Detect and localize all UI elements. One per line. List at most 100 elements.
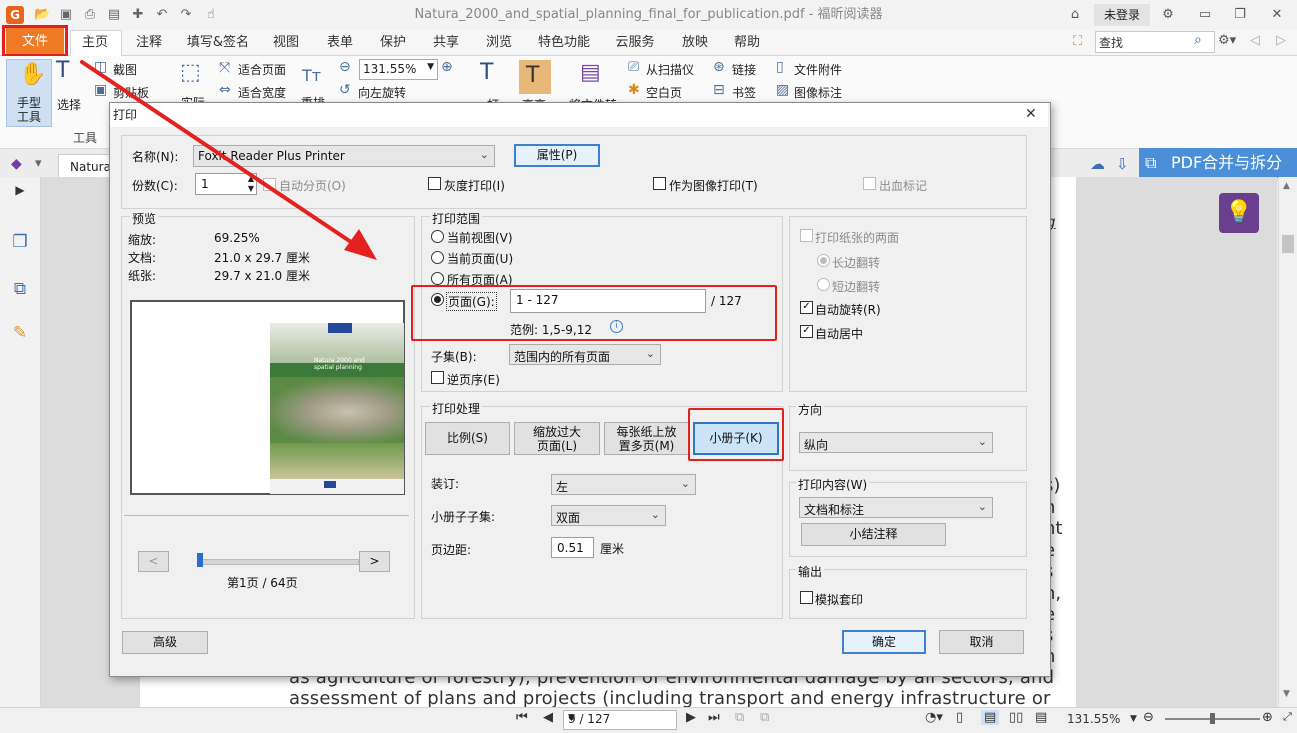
search-prev-icon[interactable]: ◁ (1250, 33, 1260, 48)
preview-next-button[interactable]: > (359, 551, 390, 572)
grayscale-checkbox[interactable] (428, 177, 441, 190)
auto-center-checkbox[interactable]: ✓ (800, 325, 813, 338)
restore-icon[interactable]: ❐ (1230, 5, 1250, 25)
search-next-icon[interactable]: ▷ (1276, 33, 1286, 48)
fit-large-pages-button[interactable]: 缩放过大 页面(L) (514, 422, 600, 455)
booklet-subset-select[interactable]: 双面 ⌄ (551, 505, 666, 526)
highlight-icon-bg[interactable]: T (519, 60, 551, 94)
vertical-scrollbar[interactable]: ▲ ▼ (1278, 177, 1297, 707)
menu-tab-fill-sign[interactable]: 填写&签名 (186, 30, 250, 55)
select-text-icon[interactable]: T (56, 58, 69, 83)
app-start-icon[interactable]: ◆ (11, 156, 22, 172)
scale-button[interactable]: 比例(S) (425, 422, 510, 455)
properties-button[interactable]: 属性(P) (514, 144, 600, 167)
preview-page-slider[interactable] (197, 559, 359, 565)
image-annotation-button[interactable]: 图像标注 (794, 84, 842, 101)
expand-icon[interactable]: ⤢ (1283, 710, 1292, 724)
ok-button[interactable]: 确定 (842, 630, 926, 654)
cloud-icon[interactable]: ☁ (1090, 155, 1105, 173)
from-scanner-button[interactable]: 从扫描仪 (646, 61, 694, 78)
skin-icon[interactable]: ⌂ (1065, 5, 1085, 25)
margin-input[interactable]: 0.51 (551, 537, 594, 558)
facing-pages-icon[interactable]: ▯▯ (1009, 710, 1023, 725)
continuous-facing-icon[interactable]: ▤ (1035, 710, 1047, 725)
spinner-icon[interactable]: ▲ ▼ (248, 174, 254, 194)
next-view-icon[interactable]: ⧉ (760, 710, 769, 725)
zoom-in-icon[interactable]: ⊕ (441, 59, 453, 75)
advanced-button[interactable]: 高级 (122, 631, 208, 654)
menu-tab-share[interactable]: 共享 (428, 30, 464, 55)
tips-lightbulb-button[interactable]: 💡 (1219, 193, 1259, 233)
fit-page-button[interactable]: 适合页面 (238, 61, 286, 78)
long-edge-radio[interactable] (817, 254, 830, 267)
rotate-left-button[interactable]: 向左旋转 (358, 84, 406, 101)
link-button[interactable]: 链接 (732, 61, 756, 78)
blank-page-button[interactable]: 空白页 (646, 84, 682, 101)
menu-tab-browse[interactable]: 浏览 (481, 30, 517, 55)
search-icon[interactable]: ⌕ (1194, 32, 1202, 48)
last-page-icon[interactable]: ⏭ (708, 710, 720, 725)
simulate-overprint-checkbox[interactable] (800, 591, 813, 604)
settings-icon[interactable]: ⚙ (1158, 5, 1178, 25)
dialog-close-icon[interactable]: ✕ (1025, 106, 1037, 122)
scroll-thumb[interactable] (1282, 235, 1294, 253)
binding-select[interactable]: 左 ⌄ (551, 474, 696, 495)
select-tool-label[interactable]: 选择 (57, 96, 81, 113)
orientation-select[interactable]: 纵向 ⌄ (799, 432, 993, 453)
first-page-icon[interactable]: ⏮ (516, 710, 528, 725)
menu-tab-comment[interactable]: 注释 (131, 30, 167, 55)
copies-input[interactable]: 1 ▲ ▼ (195, 173, 257, 195)
menu-tab-help[interactable]: 帮助 (729, 30, 765, 55)
fit-width-button[interactable]: 适合宽度 (238, 84, 286, 101)
single-page-icon[interactable]: ▯ (956, 710, 963, 725)
auto-rotate-checkbox[interactable]: ✓ (800, 301, 813, 314)
menu-tab-slideshow[interactable]: 放映 (677, 30, 713, 55)
print-content-select[interactable]: 文档和标注 ⌄ (799, 497, 993, 518)
view-mode-icon[interactable]: ◔▾ (925, 710, 943, 725)
reverse-order-checkbox[interactable] (431, 371, 444, 384)
preview-slider-thumb[interactable] (197, 553, 203, 567)
prev-page-icon[interactable]: ◀ (543, 710, 553, 725)
login-button[interactable]: 未登录 (1094, 4, 1150, 26)
zoom-slider-thumb[interactable] (1210, 713, 1215, 724)
zoom-out-icon[interactable]: ⊖ (339, 59, 351, 75)
short-edge-radio[interactable] (817, 278, 830, 291)
current-page-radio[interactable] (431, 251, 444, 264)
minimize-ribbon-icon[interactable]: ▭ (1195, 5, 1215, 25)
scroll-up-icon[interactable]: ▲ (1283, 181, 1290, 191)
zoom-menu-icon[interactable]: ▼ (1130, 714, 1137, 724)
collate-checkbox[interactable] (263, 178, 276, 191)
file-attachment-button[interactable]: 文件附件 (794, 61, 842, 78)
menu-tab-form[interactable]: 表单 (322, 30, 358, 55)
continuous-page-icon[interactable]: ▤ (981, 710, 1000, 725)
pages-panel-icon[interactable]: ⧉ (10, 279, 30, 299)
menu-tab-protect[interactable]: 保护 (375, 30, 411, 55)
menu-tab-cloud[interactable]: 云服务 (612, 30, 658, 55)
zoom-out-status-icon[interactable]: ⊖ (1143, 710, 1154, 725)
all-pages-radio[interactable] (431, 272, 444, 285)
page-number-input[interactable]: 9 / 127 ▼ (563, 710, 677, 730)
screenshot-button[interactable]: 截图 (113, 61, 137, 78)
zoom-in-status-icon[interactable]: ⊕ (1262, 710, 1273, 725)
tab-download-icon[interactable]: ⇩ (1116, 155, 1129, 173)
zoom-select[interactable]: 131.55% ▼ (359, 59, 438, 80)
print-as-image-checkbox[interactable] (653, 177, 666, 190)
panel-expand-icon[interactable]: ▶ (10, 183, 30, 203)
bookmark-panel-icon[interactable]: ❐ (10, 232, 30, 252)
comments-panel-icon[interactable]: ✎ (10, 323, 30, 343)
summarize-comments-button[interactable]: 小结注释 (801, 523, 946, 546)
menu-tab-home[interactable]: 主页 (72, 30, 118, 55)
typewriter-icon[interactable]: T (480, 60, 493, 85)
current-view-radio[interactable] (431, 230, 444, 243)
preview-prev-button[interactable]: < (138, 551, 169, 572)
next-page-icon[interactable]: ▶ (686, 710, 696, 725)
printer-select[interactable]: Foxit Reader Plus Printer ⌄ (193, 145, 495, 167)
bleed-marks-checkbox[interactable] (863, 177, 876, 190)
previous-view-icon[interactable]: ⧉ (735, 710, 744, 725)
search-settings-icon[interactable]: ⚙▾ (1218, 33, 1236, 48)
scroll-down-icon[interactable]: ▼ (1283, 689, 1290, 699)
tab-list-icon[interactable]: ▾ (35, 156, 42, 171)
clipboard-button[interactable]: 剪贴板 (113, 84, 149, 101)
bookmark-button[interactable]: 书签 (732, 84, 756, 101)
menu-tab-features[interactable]: 特色功能 (536, 30, 592, 55)
